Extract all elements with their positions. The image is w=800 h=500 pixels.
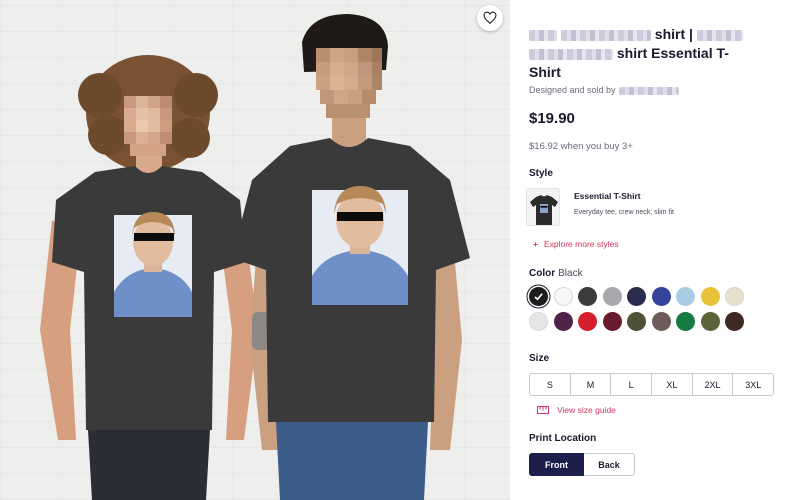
color-swatch[interactable] bbox=[602, 287, 622, 306]
size-option-button[interactable]: XL bbox=[652, 374, 693, 395]
color-swatch[interactable] bbox=[627, 287, 646, 306]
ruler-icon bbox=[537, 406, 549, 414]
color-swatch[interactable] bbox=[700, 312, 720, 331]
color-swatch[interactable] bbox=[676, 287, 695, 306]
product-title: shirt | shirt Essential T- Shirt bbox=[529, 25, 791, 82]
explore-styles-link[interactable]: + Explore more styles bbox=[533, 239, 619, 249]
style-thumbnail[interactable] bbox=[526, 188, 560, 226]
selected-color-name: Black bbox=[558, 268, 583, 279]
print-location-selector: Front Back bbox=[529, 453, 635, 476]
color-swatch[interactable] bbox=[529, 312, 548, 331]
color-swatch[interactable] bbox=[700, 287, 720, 306]
shirt-print-man bbox=[312, 186, 408, 305]
color-label: Color Black bbox=[529, 268, 583, 279]
product-price: $19.90 bbox=[529, 110, 575, 127]
designer-credit-label: Designed and sold by bbox=[529, 85, 616, 95]
bulk-discount-text: $16.92 when you buy 3+ bbox=[529, 141, 633, 152]
color-swatch[interactable] bbox=[676, 312, 695, 331]
size-option-button[interactable]: S bbox=[530, 374, 571, 395]
style-label: Style bbox=[529, 168, 553, 179]
color-swatch[interactable] bbox=[578, 287, 597, 306]
designer-credit: Designed and sold by bbox=[529, 85, 679, 95]
checkmark-icon bbox=[534, 293, 543, 301]
size-option-button[interactable]: 3XL bbox=[733, 374, 773, 395]
redacted-designer-name[interactable] bbox=[618, 86, 679, 95]
color-swatch[interactable] bbox=[553, 287, 573, 306]
size-option-button[interactable]: M bbox=[570, 374, 612, 395]
style-description: Everyday tee, crew neck, slim fit bbox=[574, 209, 674, 216]
man-face-pixelated bbox=[316, 48, 382, 118]
color-swatch[interactable] bbox=[578, 312, 597, 331]
explore-styles-label: Explore more styles bbox=[543, 239, 619, 249]
heart-icon bbox=[483, 11, 497, 25]
size-option-button[interactable]: 2XL bbox=[692, 374, 734, 395]
color-swatch[interactable] bbox=[529, 287, 548, 306]
tshirt-thumbnail-icon bbox=[530, 195, 558, 225]
plus-icon: + bbox=[533, 239, 538, 249]
product-photo[interactable] bbox=[0, 0, 510, 500]
color-swatch[interactable] bbox=[553, 312, 573, 331]
title-line2-text: shirt Essential T- bbox=[616, 45, 729, 61]
print-location-back-button[interactable]: Back bbox=[584, 453, 635, 476]
size-guide-link[interactable]: View size guide bbox=[537, 405, 616, 415]
color-swatch[interactable] bbox=[627, 312, 646, 331]
shirt-print-woman bbox=[114, 212, 192, 317]
redacted-text bbox=[529, 29, 557, 41]
models-illustration bbox=[40, 14, 470, 500]
title-line3-text: Shirt bbox=[529, 64, 561, 80]
print-location-label: Print Location bbox=[529, 433, 597, 444]
woman-face-pixelated bbox=[124, 96, 172, 156]
product-details-panel: shirt | shirt Essential T- Shirt Designe… bbox=[510, 0, 800, 500]
color-swatch[interactable] bbox=[725, 312, 744, 331]
redacted-text bbox=[529, 48, 613, 60]
color-swatch[interactable] bbox=[725, 287, 744, 306]
color-label-text: Color bbox=[529, 268, 556, 279]
size-selector: S M L XL 2XL 3XL bbox=[529, 373, 774, 396]
color-swatch[interactable] bbox=[602, 312, 622, 331]
redacted-text bbox=[696, 29, 743, 41]
size-option-button[interactable]: L bbox=[611, 374, 653, 395]
title-line1-text: shirt | bbox=[654, 26, 693, 42]
print-location-front-button[interactable]: Front bbox=[529, 453, 584, 476]
redacted-text bbox=[560, 29, 651, 41]
size-label: Size bbox=[529, 353, 550, 364]
size-guide-label: View size guide bbox=[557, 405, 616, 415]
favorite-button[interactable] bbox=[477, 5, 503, 31]
color-swatch[interactable] bbox=[651, 312, 671, 331]
color-swatch[interactable] bbox=[651, 287, 671, 306]
style-name: Essential T-Shirt bbox=[574, 191, 641, 201]
